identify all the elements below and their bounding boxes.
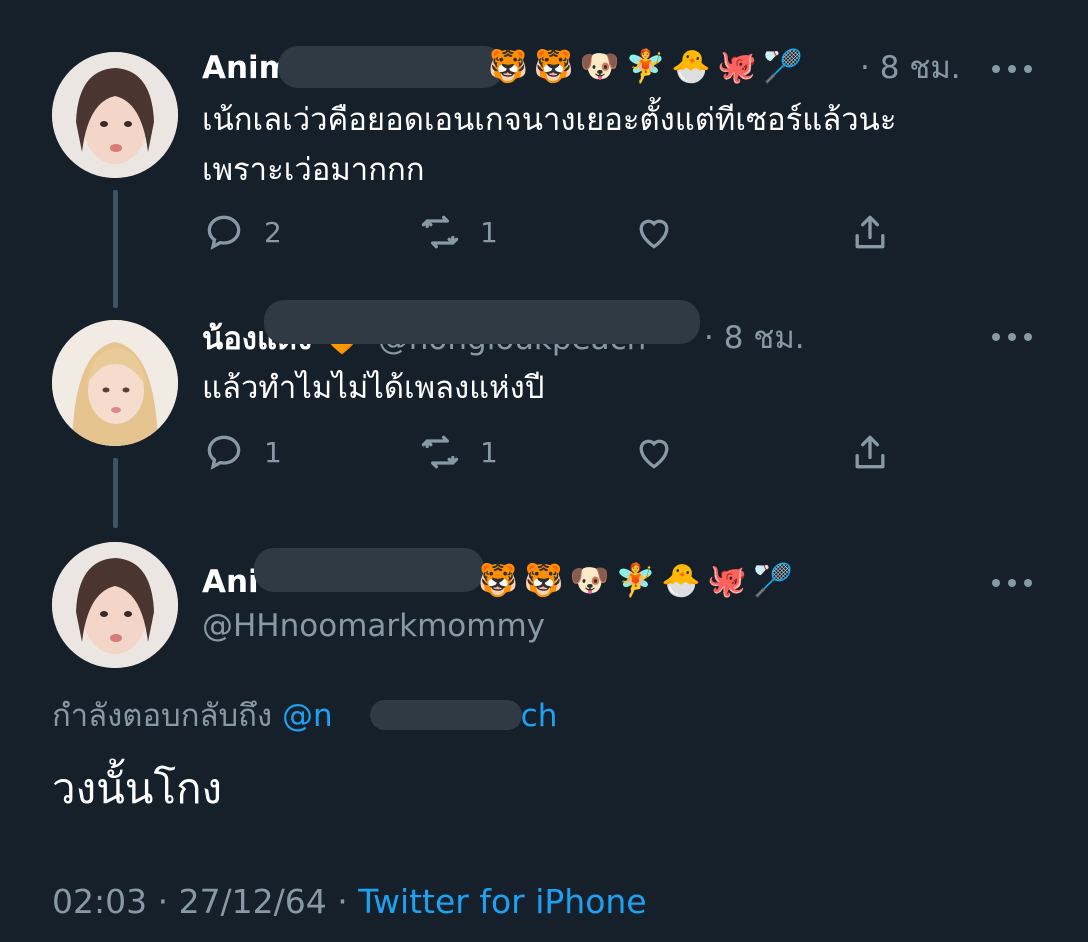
reply-button[interactable]: 1 xyxy=(202,430,282,474)
mention-start: @n xyxy=(281,698,333,734)
avatar-image xyxy=(52,52,178,178)
reply-button[interactable]: 2 xyxy=(202,210,282,254)
like-button[interactable] xyxy=(632,430,676,474)
redaction-bar xyxy=(264,300,700,344)
redaction-bar xyxy=(278,46,504,88)
retweet-button[interactable]: 1 xyxy=(418,210,498,254)
more-icon[interactable] xyxy=(992,330,1032,344)
like-button[interactable] xyxy=(632,210,676,254)
heart-icon xyxy=(639,219,669,249)
tweet2-text: แล้วทำไมไม่ได้เพลงแห่งปี xyxy=(202,370,545,406)
main-emojis: 🐯🐯🐶🧚🐣🐙🏸 xyxy=(478,561,799,599)
tweet1-text-line2: เพราะเว่อมากกก xyxy=(202,152,425,188)
main-tweet-text: วงนั้นโกง xyxy=(52,764,223,813)
tweet1-emojis: 🐯🐯🐶🧚🐣🐙🏸 xyxy=(488,47,809,85)
replying-prefix: กำลังตอบกลับถึง xyxy=(52,698,273,734)
thread-line-1 xyxy=(113,190,118,308)
reply-count: 1 xyxy=(264,435,282,469)
main-handle[interactable]: @HHnoomarkmommy xyxy=(202,608,545,644)
retweet-count: 1 xyxy=(480,435,498,469)
tweet2-time[interactable]: · 8 ชม. xyxy=(704,318,805,358)
more-icon[interactable] xyxy=(992,62,1032,76)
retweet-icon xyxy=(421,435,459,469)
retweet-button[interactable]: 1 xyxy=(418,430,498,474)
share-icon xyxy=(855,435,885,469)
avatar-main[interactable] xyxy=(52,542,178,668)
avatar-tweet2[interactable] xyxy=(52,320,178,446)
thread-line-2 xyxy=(113,458,118,528)
more-icon[interactable] xyxy=(992,576,1032,590)
avatar-image xyxy=(52,542,178,668)
share-button[interactable] xyxy=(848,430,892,474)
redaction-bar xyxy=(370,700,522,730)
retweet-count: 1 xyxy=(480,215,498,249)
tweet-footer: 02:03 · 27/12/64 · Twitter for iPhone xyxy=(52,882,647,921)
tweet1-time[interactable]: · 8 ชม. xyxy=(860,48,961,88)
redaction-bar xyxy=(254,548,484,592)
heart-icon xyxy=(639,439,669,469)
reply-icon xyxy=(207,215,241,250)
share-button[interactable] xyxy=(848,210,892,254)
main-display-name[interactable]: Ani xyxy=(202,564,259,600)
timestamp[interactable]: 02:03 · 27/12/64 · xyxy=(52,882,348,921)
avatar-tweet1[interactable] xyxy=(52,52,178,178)
retweet-icon xyxy=(421,215,459,249)
main-header: Ani xyxy=(202,562,259,602)
source-link[interactable]: Twitter for iPhone xyxy=(358,882,646,921)
share-icon xyxy=(855,215,885,249)
tweet1-text-line1: เน้กเลเว่วคือยอดเอนเกจนางเยอะตั้งแต่ทีเซ… xyxy=(202,102,897,138)
avatar-image xyxy=(52,320,178,446)
reply-count: 2 xyxy=(264,215,282,249)
reply-icon xyxy=(207,435,241,470)
